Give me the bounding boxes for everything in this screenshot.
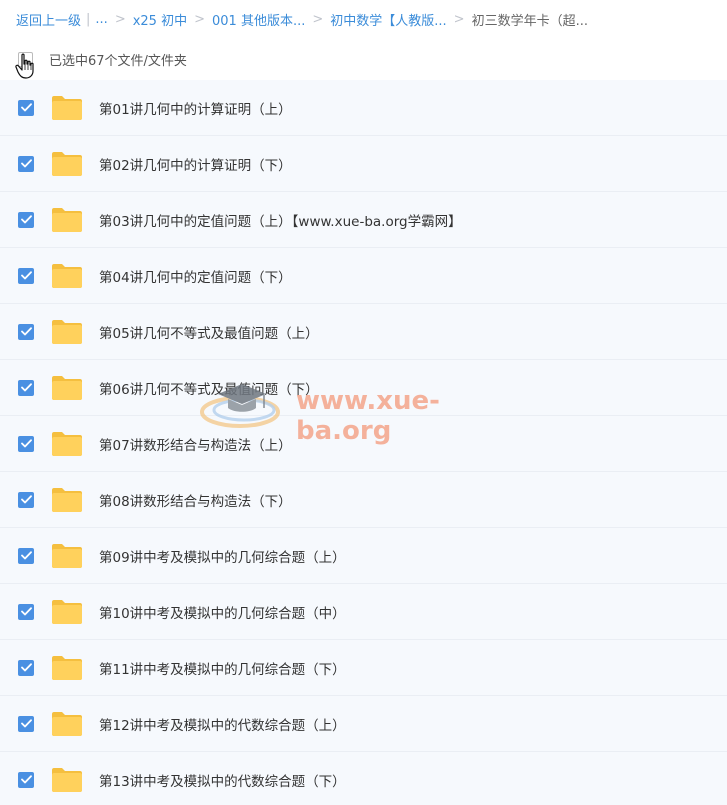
file-name: 第04讲几何中的定值问题（下） <box>99 269 292 286</box>
folder-icon <box>52 487 82 512</box>
chevron-right-icon: > <box>453 11 465 27</box>
check-icon <box>20 495 32 504</box>
check-icon <box>20 327 32 336</box>
check-icon <box>20 663 32 672</box>
file-name: 第01讲几何中的计算证明（上） <box>99 101 292 118</box>
chevron-right-icon: > <box>312 11 324 27</box>
file-list: 第01讲几何中的计算证明（上） 第02讲几何中的计算证明（下） 第03讲几何中的… <box>0 80 727 805</box>
check-icon <box>20 215 32 224</box>
row-checkbox[interactable] <box>18 715 34 732</box>
breadcrumb: 返回上一级 | ... > x25 初中 > 001 其他版本... > 初中数… <box>0 0 727 38</box>
file-row[interactable]: 第11讲中考及模拟中的几何综合题（下） <box>0 640 727 696</box>
folder-icon <box>52 655 82 680</box>
file-row[interactable]: 第03讲几何中的定值问题（上）【www.xue-ba.org学霸网】 <box>0 192 727 248</box>
folder-icon <box>52 711 82 736</box>
check-icon <box>20 271 32 280</box>
file-row[interactable]: 第08讲数形结合与构造法（下） <box>0 472 727 528</box>
folder-icon <box>52 95 82 120</box>
chevron-right-icon: > <box>114 11 126 27</box>
folder-icon <box>52 263 82 288</box>
row-checkbox[interactable] <box>18 323 34 340</box>
file-row[interactable]: 第02讲几何中的计算证明（下） <box>0 136 727 192</box>
folder-icon <box>52 431 82 456</box>
folder-icon <box>52 319 82 344</box>
chevron-right-icon: > <box>194 11 205 27</box>
breadcrumb-ellipsis[interactable]: ... <box>95 12 107 27</box>
row-checkbox[interactable] <box>18 771 34 788</box>
check-icon <box>20 775 32 784</box>
file-name: 第03讲几何中的定值问题（上）【www.xue-ba.org学霸网】 <box>99 213 462 230</box>
row-checkbox[interactable] <box>18 211 34 228</box>
folder-icon <box>52 151 82 176</box>
check-icon <box>20 383 32 392</box>
check-icon <box>20 607 32 616</box>
breadcrumb-current: 初三数学年卡（超... <box>471 13 588 29</box>
file-row[interactable]: 第06讲几何不等式及最值问题（下） <box>0 360 727 416</box>
row-checkbox[interactable] <box>18 379 34 396</box>
folder-icon <box>52 207 82 232</box>
folder-icon <box>52 375 82 400</box>
folder-icon <box>52 543 82 568</box>
file-name: 第02讲几何中的计算证明（下） <box>99 157 292 174</box>
check-icon <box>20 103 32 112</box>
file-name: 第11讲中考及模拟中的几何综合题（下） <box>99 661 346 678</box>
check-icon <box>20 719 32 728</box>
folder-icon <box>52 599 82 624</box>
file-name: 第12讲中考及模拟中的代数综合题（上） <box>99 717 346 734</box>
selection-count-text: 已选中67个文件/文件夹 <box>49 53 187 69</box>
file-name: 第05讲几何不等式及最值问题（上） <box>99 325 319 342</box>
file-name: 第07讲数形结合与构造法（上） <box>99 437 292 454</box>
row-checkbox[interactable] <box>18 435 34 452</box>
file-row[interactable]: 第04讲几何中的定值问题（下） <box>0 248 727 304</box>
row-checkbox[interactable] <box>18 547 34 564</box>
selection-bar: 已选中67个文件/文件夹 <box>0 38 727 80</box>
file-row[interactable]: 第05讲几何不等式及最值问题（上） <box>0 304 727 360</box>
breadcrumb-item-x25[interactable]: x25 初中 <box>133 10 187 29</box>
file-name: 第06讲几何不等式及最值问题（下） <box>99 381 319 398</box>
row-checkbox[interactable] <box>18 155 34 172</box>
file-name: 第10讲中考及模拟中的几何综合题（中） <box>99 605 346 622</box>
row-checkbox[interactable] <box>18 491 34 508</box>
file-name: 第09讲中考及模拟中的几何综合题（上） <box>99 549 346 566</box>
check-icon <box>20 439 32 448</box>
file-name: 第13讲中考及模拟中的代数综合题（下） <box>99 773 346 790</box>
file-row[interactable]: 第01讲几何中的计算证明（上） <box>0 80 727 136</box>
file-row[interactable]: 第12讲中考及模拟中的代数综合题（上） <box>0 696 727 752</box>
breadcrumb-item-other-versions[interactable]: 001 其他版本... <box>212 10 305 29</box>
breadcrumb-item-math[interactable]: 初中数学【人教版... <box>330 10 446 29</box>
file-row[interactable]: 第07讲数形结合与构造法（上） <box>0 416 727 472</box>
check-icon <box>20 159 32 168</box>
folder-icon <box>52 767 82 792</box>
row-checkbox[interactable] <box>18 267 34 284</box>
row-checkbox[interactable] <box>18 99 34 116</box>
hand-cursor-icon <box>15 53 34 79</box>
back-link[interactable]: 返回上一级 <box>16 10 81 29</box>
row-checkbox[interactable] <box>18 603 34 620</box>
file-row[interactable]: 第10讲中考及模拟中的几何综合题（中） <box>0 584 727 640</box>
row-checkbox[interactable] <box>18 659 34 676</box>
file-row[interactable]: 第09讲中考及模拟中的几何综合题（上） <box>0 528 727 584</box>
breadcrumb-divider: | <box>86 11 91 27</box>
file-row[interactable]: 第13讲中考及模拟中的代数综合题（下） <box>0 752 727 805</box>
file-name: 第08讲数形结合与构造法（下） <box>99 493 292 510</box>
check-icon <box>20 551 32 560</box>
